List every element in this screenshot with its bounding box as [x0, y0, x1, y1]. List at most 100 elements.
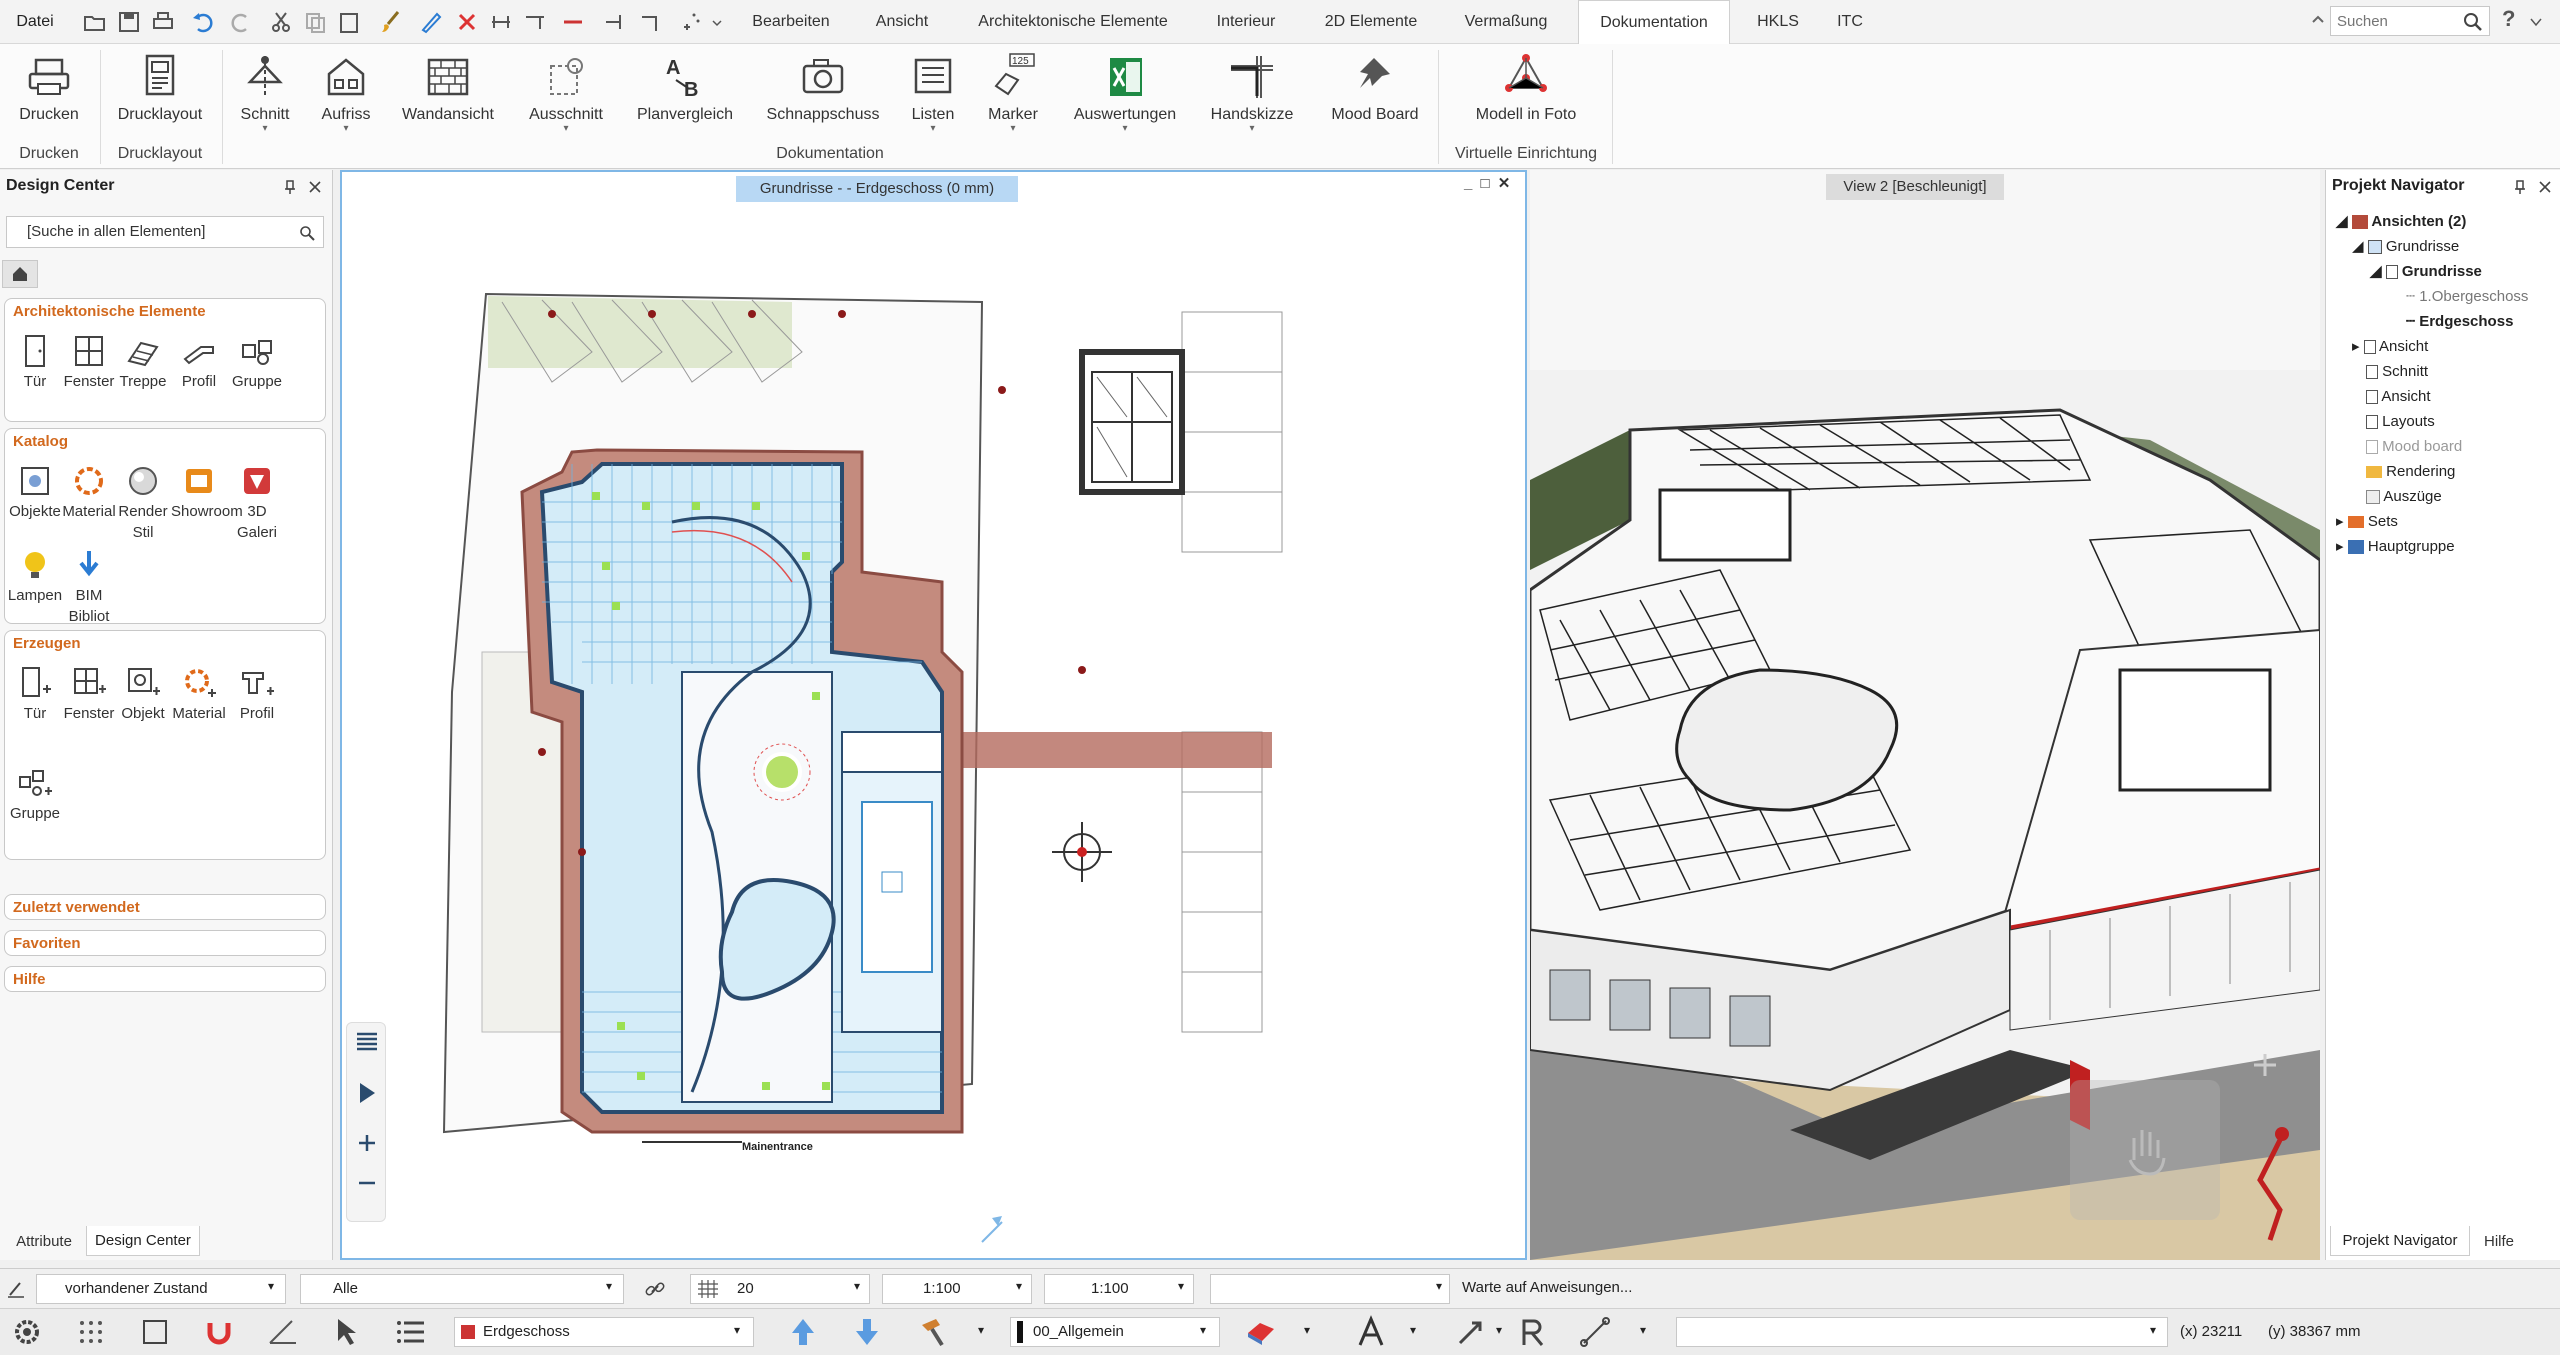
chevron-down-icon[interactable]: ▾: [1436, 1279, 1442, 1293]
viewport-title[interactable]: Grundrisse - - Erdgeschoss (0 mm): [736, 176, 1018, 202]
section-button[interactable]: Schnitt ▾: [228, 44, 302, 144]
floor-plan-viewport[interactable]: Grundrisse - - Erdgeschoss (0 mm) _ □ ✕: [340, 170, 1527, 1260]
zoom-plus-icon[interactable]: [2250, 1050, 2280, 1080]
pen-icon[interactable]: [418, 9, 444, 35]
tab-design-center[interactable]: Design Center: [86, 1226, 200, 1256]
link-icon[interactable]: [644, 1278, 666, 1300]
point-plus-icon[interactable]: [676, 9, 702, 35]
print-icon[interactable]: [150, 9, 176, 35]
angle-icon[interactable]: [266, 1315, 300, 1349]
stairs-item[interactable]: Treppe: [115, 331, 171, 392]
reports-button[interactable]: Auswertungen ▾: [1062, 44, 1188, 144]
brush-icon[interactable]: [378, 9, 404, 35]
3d-gallery-item[interactable]: 3D Galeri: [229, 461, 285, 543]
command-input[interactable]: [1210, 1274, 1450, 1304]
layer-select[interactable]: Alle: [300, 1274, 624, 1304]
create-window-item[interactable]: Fenster: [61, 663, 117, 724]
section-title[interactable]: Erzeugen: [5, 631, 325, 657]
chevron-down-icon[interactable]: ▾: [1178, 1279, 1184, 1293]
floor-down-icon[interactable]: [850, 1315, 884, 1349]
tree-item-layouts[interactable]: Layouts: [2366, 410, 2435, 434]
tree-item-ansicht[interactable]: ▸ Ansicht: [2352, 335, 2428, 359]
create-object-item[interactable]: Objekt: [115, 663, 171, 724]
tree-item-grundrisse-sub[interactable]: ◢ Grundrisse: [2370, 260, 2482, 284]
section-help[interactable]: Hilfe: [4, 966, 326, 992]
material-item[interactable]: Material: [61, 461, 117, 522]
measure-icon[interactable]: [1578, 1315, 1612, 1349]
pencil-icon[interactable]: [6, 1279, 26, 1299]
home-button[interactable]: [2, 260, 38, 288]
tree-item-sets[interactable]: ▸ Sets: [2336, 510, 2398, 534]
tab-project-navigator[interactable]: Projekt Navigator: [2330, 1226, 2470, 1256]
bim-library-item[interactable]: BIM Bibliot: [61, 545, 117, 627]
create-material-item[interactable]: Material: [171, 663, 227, 724]
list-view-icon[interactable]: [394, 1315, 428, 1349]
viewport-title[interactable]: View 2 [Beschleunigt]: [1826, 174, 2004, 200]
tree-item-auszuege[interactable]: Auszüge: [2366, 485, 2442, 509]
chevron-down-icon[interactable]: ▾: [854, 1279, 860, 1293]
orientation-gizmo-icon[interactable]: [962, 1212, 1022, 1252]
3d-navigation-pad[interactable]: [2070, 1080, 2220, 1220]
tree-item-ansichten[interactable]: ◢ Ansichten (2): [2336, 210, 2466, 234]
chevron-down-icon[interactable]: ▾: [268, 1279, 274, 1293]
pin-panel-icon[interactable]: [2514, 180, 2526, 194]
chevron-down-icon[interactable]: ▾: [2150, 1323, 2156, 1337]
paste-icon[interactable]: [336, 9, 362, 35]
chevron-down-icon[interactable]: ▾: [1016, 1279, 1022, 1293]
hammer-icon[interactable]: [916, 1315, 950, 1349]
hand-sketch-button[interactable]: Handskizze ▾: [1196, 44, 1308, 144]
showroom-item[interactable]: Showroom: [171, 461, 243, 522]
collapse-ribbon-icon[interactable]: [2310, 12, 2326, 28]
tab-itc[interactable]: ITC: [1825, 0, 1875, 44]
print-layout-button[interactable]: Drucklayout: [106, 44, 214, 144]
search-icon[interactable]: [2463, 12, 2483, 32]
3d-viewport[interactable]: View 2 [Beschleunigt]: [1530, 170, 2320, 1260]
redo-icon[interactable]: [228, 9, 254, 35]
chevron-down-icon[interactable]: ▾: [978, 1323, 984, 1337]
tab-architektonische-elemente[interactable]: Architektonische Elemente: [962, 0, 1184, 44]
minimize-icon[interactable]: _: [1464, 175, 1472, 192]
line-icon[interactable]: [560, 9, 586, 35]
pin-panel-icon[interactable]: [284, 180, 296, 194]
delete-icon[interactable]: [454, 9, 480, 35]
section-favorites[interactable]: Favoriten: [4, 930, 326, 956]
grid-icon[interactable]: [74, 1315, 108, 1349]
tab-hkls[interactable]: HKLS: [1740, 0, 1816, 44]
create-profile-item[interactable]: Profil: [229, 663, 285, 724]
create-door-item[interactable]: Tür: [7, 663, 63, 724]
marker-button[interactable]: 125 Marker ▾: [976, 44, 1050, 144]
tab-attribute[interactable]: Attribute: [4, 1228, 84, 1256]
tree-item-obergeschoss[interactable]: ┄ 1.Obergeschoss: [2406, 285, 2528, 309]
move-icon[interactable]: [1454, 1315, 1488, 1349]
state-select[interactable]: vorhandener Zustand: [36, 1274, 286, 1304]
walk-figure-icon[interactable]: [2230, 1120, 2310, 1250]
save-icon[interactable]: [116, 9, 142, 35]
section-title[interactable]: Architektonische Elemente: [5, 299, 325, 325]
open-folder-icon[interactable]: [82, 9, 108, 35]
elevation-button[interactable]: Aufriss ▾: [306, 44, 386, 144]
tab-bearbeiten[interactable]: Bearbeiten: [735, 0, 847, 44]
chevron-down-icon[interactable]: ▾: [734, 1323, 740, 1337]
undo-icon[interactable]: [190, 9, 216, 35]
chevron-down-icon[interactable]: ▾: [1410, 1323, 1416, 1337]
element-search-input[interactable]: [Suche in allen Elementen]: [27, 217, 205, 247]
cut-icon[interactable]: [268, 9, 294, 35]
tab-interieur[interactable]: Interieur: [1200, 0, 1292, 44]
lists-button[interactable]: Listen ▾: [898, 44, 968, 144]
maximize-icon[interactable]: □: [1481, 175, 1490, 192]
tree-item-grundrisse[interactable]: ◢ Grundrisse: [2352, 235, 2459, 259]
snap-magnet-icon[interactable]: [202, 1315, 236, 1349]
scale2-select[interactable]: 1:100: [1044, 1274, 1194, 1304]
style-select[interactable]: 00_Allgemein: [1010, 1317, 1220, 1347]
zoom-in-icon[interactable]: [357, 1133, 377, 1153]
wall-view-button[interactable]: Wandansicht: [392, 44, 504, 144]
tree-item-hauptgruppe[interactable]: ▸ Hauptgruppe: [2336, 535, 2455, 559]
copy-icon[interactable]: [302, 9, 328, 35]
print-button[interactable]: Drucken: [6, 44, 92, 144]
file-menu[interactable]: Datei: [0, 0, 70, 44]
snapshot-button[interactable]: Schnappschuss: [758, 44, 888, 144]
dimension-icon[interactable]: [488, 9, 514, 35]
mood-board-button[interactable]: Mood Board: [1320, 44, 1430, 144]
layers-icon[interactable]: [355, 1031, 379, 1051]
hand-pan-icon[interactable]: [2110, 1110, 2180, 1180]
